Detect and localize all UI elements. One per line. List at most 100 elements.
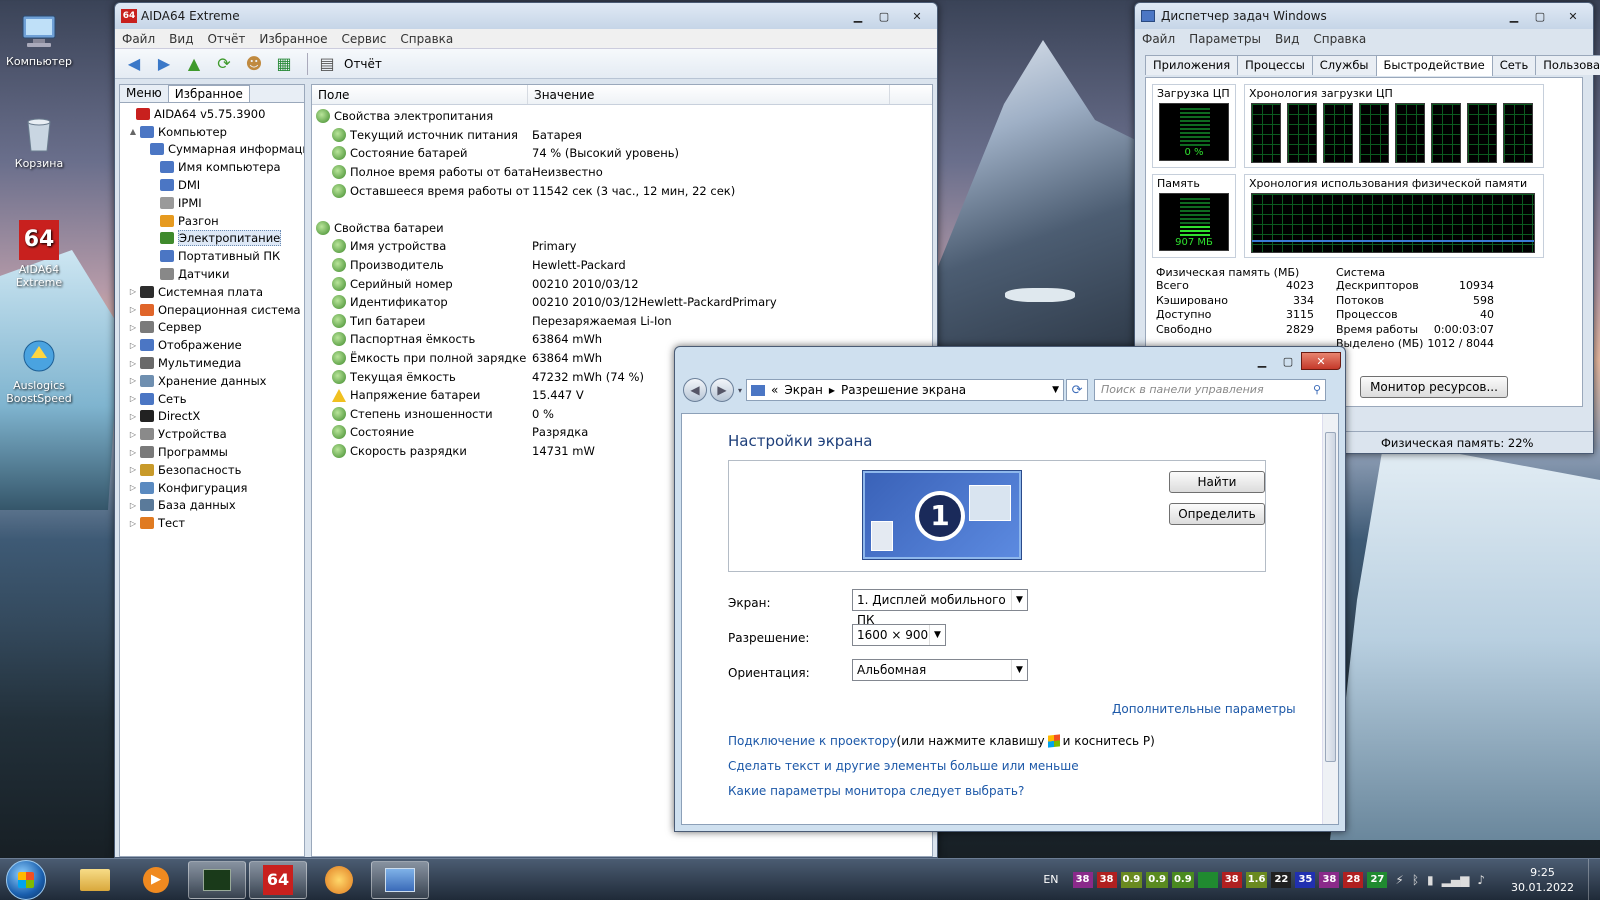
- tree-expander-icon[interactable]: ▷: [128, 430, 138, 439]
- grid-row[interactable]: Производитель Hewlett-Packard: [312, 256, 932, 275]
- tree-item[interactable]: Разгон: [122, 212, 304, 230]
- maximize-icon[interactable]: ▢: [1275, 352, 1301, 370]
- tree-item[interactable]: ▷ Хранение данных: [122, 372, 304, 390]
- tree-item[interactable]: Портативный ПК: [122, 247, 304, 265]
- display-settings-window[interactable]: ▁ ▢ ✕ ◀ ▶ ▾ « Экран ▶ Разрешение экрана …: [674, 346, 1346, 832]
- tray-sensor-badge[interactable]: 38: [1221, 871, 1242, 888]
- tree-expander-icon[interactable]: ▷: [128, 323, 138, 332]
- address-bar[interactable]: « Экран ▶ Разрешение экрана ▼: [746, 379, 1065, 401]
- maximize-icon[interactable]: ▢: [871, 7, 897, 25]
- menu-view[interactable]: Вид: [162, 32, 200, 46]
- tray-sensor-badge[interactable]: 1.6: [1245, 871, 1268, 888]
- desktop-icon-auslogics[interactable]: Auslogics BoostSpeed: [4, 336, 74, 405]
- display-titlebar[interactable]: ▁ ▢ ✕: [675, 347, 1345, 375]
- identify-button[interactable]: Определить: [1169, 503, 1265, 525]
- tree-expander-icon[interactable]: ▷: [128, 483, 138, 492]
- tray-sensor-badge[interactable]: 22: [1271, 871, 1292, 888]
- grid-row[interactable]: Имя устройства Primary: [312, 237, 932, 256]
- menu-file[interactable]: Файл: [1135, 32, 1182, 46]
- tray-sensor-badge[interactable]: 28: [1343, 871, 1364, 888]
- menu-report[interactable]: Отчёт: [200, 32, 252, 46]
- tree-item[interactable]: ▷ Безопасность: [122, 461, 304, 479]
- show-desktop-button[interactable]: [1588, 859, 1600, 900]
- report-icon[interactable]: ▤: [314, 52, 340, 76]
- resource-monitor-button[interactable]: Монитор ресурсов...: [1360, 376, 1508, 398]
- tab-performance[interactable]: Быстродействие: [1375, 55, 1493, 76]
- start-button[interactable]: [6, 859, 46, 900]
- up-arrow-icon[interactable]: ▲: [181, 52, 207, 76]
- minimize-icon[interactable]: ▁: [1249, 352, 1275, 370]
- grid-row[interactable]: Тип батареи Перезаряжаемая Li-Ion: [312, 312, 932, 331]
- tree-expander-icon[interactable]: ▷: [128, 305, 138, 314]
- tree-item[interactable]: AIDA64 v5.75.3900: [122, 105, 304, 123]
- taskbar-display-settings[interactable]: [371, 860, 429, 899]
- tree-item[interactable]: ▷ Сеть: [122, 390, 304, 408]
- grid-row[interactable]: Состояние батарей 74 % (Высокий уровень): [312, 144, 932, 163]
- monitor-settings-link[interactable]: Какие параметры монитора следует выбрать…: [728, 784, 1024, 798]
- back-arrow-icon[interactable]: ◀: [121, 52, 147, 76]
- breadcrumb-item-resolution[interactable]: Разрешение экрана: [841, 383, 966, 397]
- tree-item[interactable]: Имя компьютера: [122, 158, 304, 176]
- tab-menu[interactable]: Меню: [120, 85, 168, 102]
- tree-item[interactable]: IPMI: [122, 194, 304, 212]
- signal-icon[interactable]: ▂▄▆: [1442, 873, 1470, 887]
- menu-help[interactable]: Справка: [1306, 32, 1373, 46]
- grid-group-row[interactable]: Свойства батареи: [312, 219, 932, 238]
- minimize-icon[interactable]: ▁: [1501, 7, 1527, 25]
- taskbar-explorer[interactable]: [66, 861, 124, 899]
- volume-icon[interactable]: ♪: [1477, 873, 1485, 887]
- tree-expander-icon[interactable]: ▷: [128, 394, 138, 403]
- menu-file[interactable]: Файл: [115, 32, 162, 46]
- tree-expander-icon[interactable]: ▷: [128, 448, 138, 457]
- refresh-icon[interactable]: ⟳: [211, 52, 237, 76]
- tree-expander-icon[interactable]: ▷: [128, 412, 138, 421]
- tree-item[interactable]: Суммарная информация: [122, 141, 304, 159]
- tray-sensor-badge[interactable]: 38: [1319, 871, 1340, 888]
- battery-icon[interactable]: ▮: [1427, 873, 1434, 887]
- tab-processes[interactable]: Процессы: [1237, 55, 1313, 75]
- tree-expander-icon[interactable]: ▲: [128, 127, 138, 136]
- breadcrumb-item-screen[interactable]: Экран: [784, 383, 822, 397]
- network-icon[interactable]: ⚡: [1395, 873, 1403, 887]
- projector-link[interactable]: Подключение к проектору: [728, 734, 897, 748]
- column-header-value[interactable]: Значение: [528, 85, 890, 104]
- tree-item[interactable]: ▷ Отображение: [122, 336, 304, 354]
- menu-service[interactable]: Сервис: [335, 32, 394, 46]
- tree-expander-icon[interactable]: ▷: [128, 287, 138, 296]
- tree-item[interactable]: ▷ Операционная система: [122, 301, 304, 319]
- advanced-settings-link[interactable]: Дополнительные параметры: [1112, 702, 1296, 716]
- tree-expander-icon[interactable]: ▷: [128, 519, 138, 528]
- forward-arrow-icon[interactable]: ▶: [151, 52, 177, 76]
- tree-item[interactable]: ▷ Конфигурация: [122, 479, 304, 497]
- taskbar-aida64[interactable]: 64: [249, 860, 307, 899]
- orientation-select[interactable]: Альбомная ▼: [852, 659, 1028, 681]
- bluetooth-icon[interactable]: ᛒ: [1412, 873, 1419, 887]
- tree-item[interactable]: ▷ Мультимедиа: [122, 354, 304, 372]
- find-button[interactable]: Найти: [1169, 471, 1265, 493]
- tab-favorites[interactable]: Избранное: [167, 85, 250, 102]
- close-icon[interactable]: ✕: [1301, 352, 1341, 370]
- menu-help[interactable]: Справка: [393, 32, 460, 46]
- tree-item[interactable]: ▷ Сервер: [122, 319, 304, 337]
- search-box[interactable]: Поиск в панели управления ⚲: [1094, 379, 1327, 401]
- refresh-icon[interactable]: ⟳: [1066, 379, 1089, 401]
- grid-row[interactable]: Оставшееся время работы от ... 11542 сек …: [312, 181, 932, 200]
- menu-favorites[interactable]: Избранное: [252, 32, 334, 46]
- taskbar-boostspeed[interactable]: [310, 861, 368, 899]
- recent-pages-icon[interactable]: ▾: [738, 386, 742, 395]
- tray-sensor-badge[interactable]: 35: [1295, 871, 1316, 888]
- tree-item[interactable]: Электропитание: [122, 230, 304, 248]
- menu-view[interactable]: Вид: [1268, 32, 1306, 46]
- tree-expander-icon[interactable]: ▷: [128, 341, 138, 350]
- tab-services[interactable]: Службы: [1311, 55, 1377, 75]
- tree-expander-icon[interactable]: ▷: [128, 501, 138, 510]
- vertical-scrollbar[interactable]: [1322, 414, 1338, 824]
- tree-item[interactable]: ▷ Тест: [122, 514, 304, 532]
- column-header-field[interactable]: Поле: [312, 85, 528, 104]
- tree-item[interactable]: Датчики: [122, 265, 304, 283]
- desktop-icon-aida64[interactable]: 64 AIDA64 Extreme: [4, 220, 74, 289]
- taskbar-task-manager[interactable]: [188, 860, 246, 899]
- grid-row[interactable]: Идентификатор 00210 2010/03/12Hewlett-Pac…: [312, 293, 932, 312]
- tray-sensor-badge[interactable]: 0.9: [1146, 871, 1168, 888]
- desktop-icon-recycle-bin[interactable]: Корзина: [4, 114, 74, 170]
